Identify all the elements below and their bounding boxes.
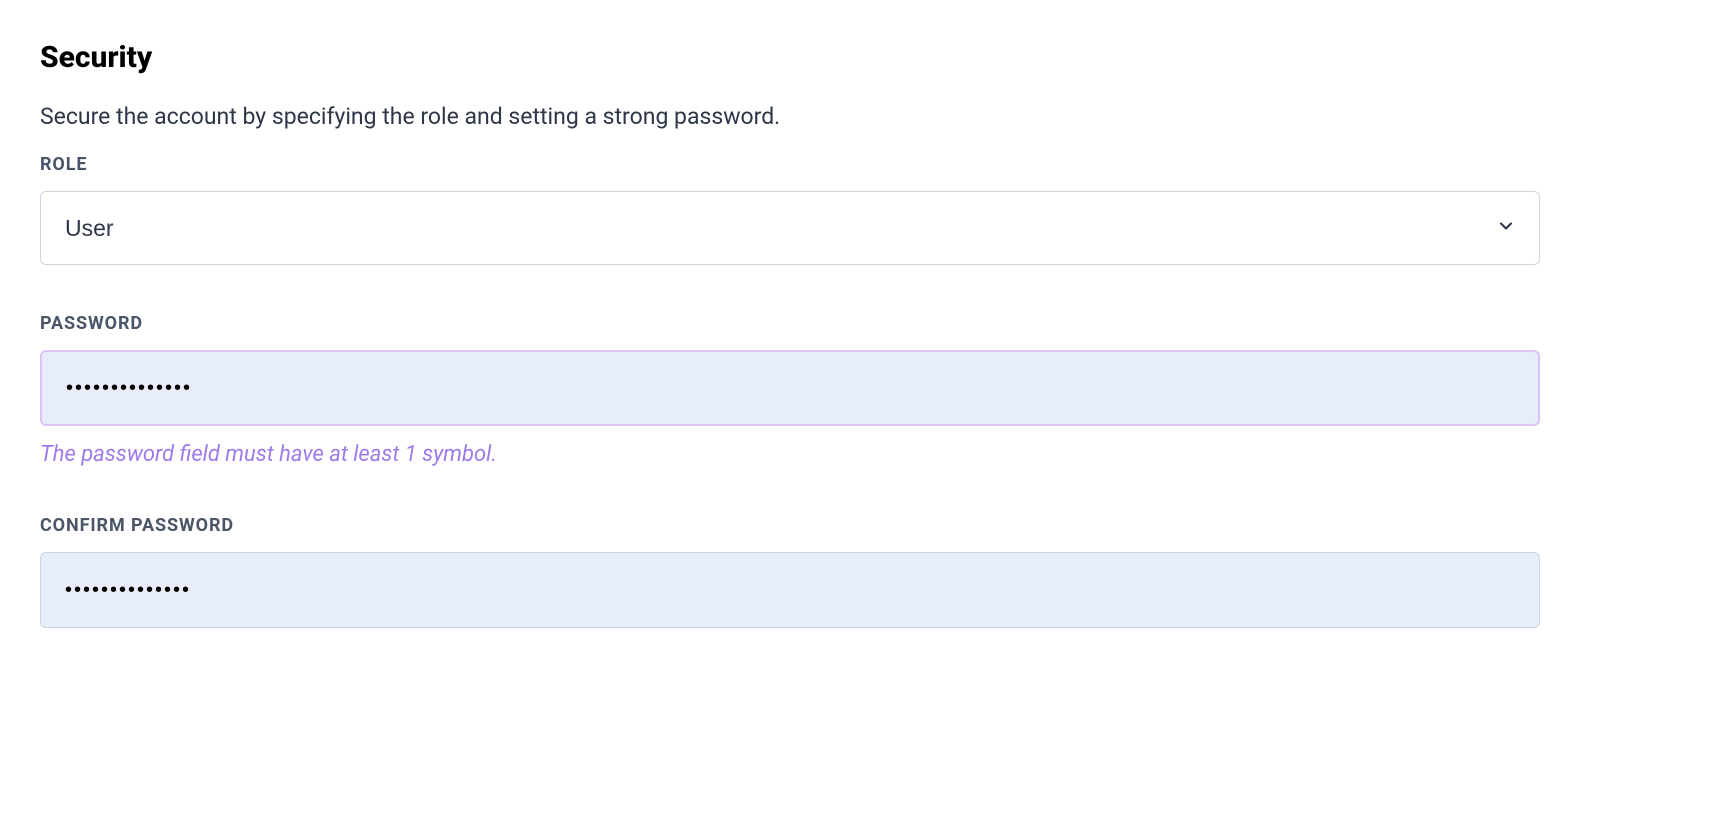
section-title: Security (40, 40, 1540, 75)
password-input[interactable] (40, 350, 1540, 426)
role-label: ROLE (40, 154, 1540, 175)
password-label: PASSWORD (40, 313, 1540, 334)
confirm-password-input[interactable] (40, 552, 1540, 628)
confirm-password-label: CONFIRM PASSWORD (40, 515, 1540, 536)
role-select[interactable]: User (40, 191, 1540, 265)
password-validation-message: The password field must have at least 1 … (40, 442, 1540, 467)
section-description: Secure the account by specifying the rol… (40, 103, 1540, 130)
